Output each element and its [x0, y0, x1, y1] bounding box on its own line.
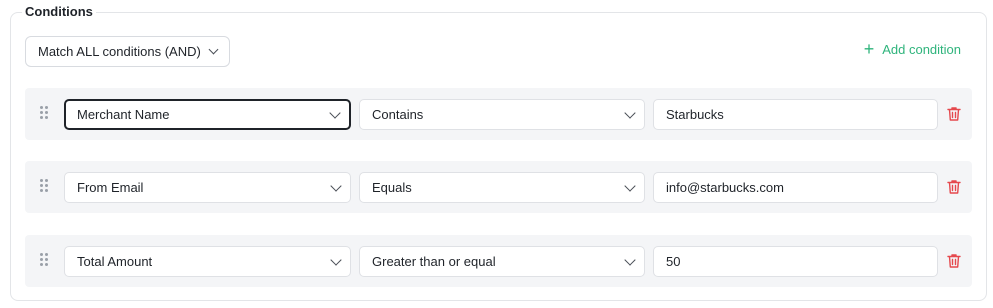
operator-select-value: Contains — [372, 107, 424, 122]
operator-select[interactable]: Greater than or equal — [359, 246, 645, 277]
operator-select-value: Equals — [372, 180, 412, 195]
value-input-text: 50 — [666, 254, 681, 269]
field-select[interactable]: Total Amount — [64, 246, 351, 277]
chevron-down-icon — [330, 253, 342, 266]
match-mode-label: Match ALL conditions (AND) — [38, 44, 201, 59]
condition-row: From Email Equals info@starbucks.com — [25, 161, 972, 213]
condition-row: Merchant Name Contains Starbucks — [25, 88, 972, 140]
add-condition-button[interactable]: + Add condition — [863, 39, 961, 59]
operator-select[interactable]: Contains — [359, 99, 645, 130]
value-input-text: Starbucks — [666, 107, 724, 122]
value-input[interactable]: info@starbucks.com — [653, 172, 938, 203]
field-select[interactable]: Merchant Name — [64, 99, 351, 130]
field-select-value: Total Amount — [77, 254, 153, 269]
field-select-value: Merchant Name — [77, 107, 170, 122]
drag-handle-icon[interactable] — [40, 179, 50, 195]
add-condition-label: Add condition — [882, 41, 961, 57]
drag-handle-icon[interactable] — [40, 106, 50, 122]
trash-icon[interactable] — [947, 253, 961, 269]
value-input-text: info@starbucks.com — [666, 180, 784, 195]
chevron-down-icon — [330, 179, 342, 192]
plus-icon: + — [863, 39, 875, 59]
conditions-legend: Conditions — [22, 4, 96, 20]
chevron-down-icon — [208, 44, 219, 55]
condition-row: Total Amount Greater than or equal 50 — [25, 235, 972, 287]
operator-select[interactable]: Equals — [359, 172, 645, 203]
match-mode-select[interactable]: Match ALL conditions (AND) — [25, 36, 230, 67]
operator-select-value: Greater than or equal — [372, 254, 496, 269]
field-select-value: From Email — [77, 180, 144, 195]
trash-icon[interactable] — [947, 179, 961, 195]
field-select[interactable]: From Email — [64, 172, 351, 203]
chevron-down-icon — [624, 179, 636, 192]
chevron-down-icon — [329, 106, 341, 119]
drag-handle-icon[interactable] — [40, 253, 50, 269]
chevron-down-icon — [624, 253, 636, 266]
chevron-down-icon — [624, 106, 636, 119]
value-input[interactable]: 50 — [653, 246, 938, 277]
value-input[interactable]: Starbucks — [653, 99, 938, 130]
trash-icon[interactable] — [947, 106, 961, 122]
